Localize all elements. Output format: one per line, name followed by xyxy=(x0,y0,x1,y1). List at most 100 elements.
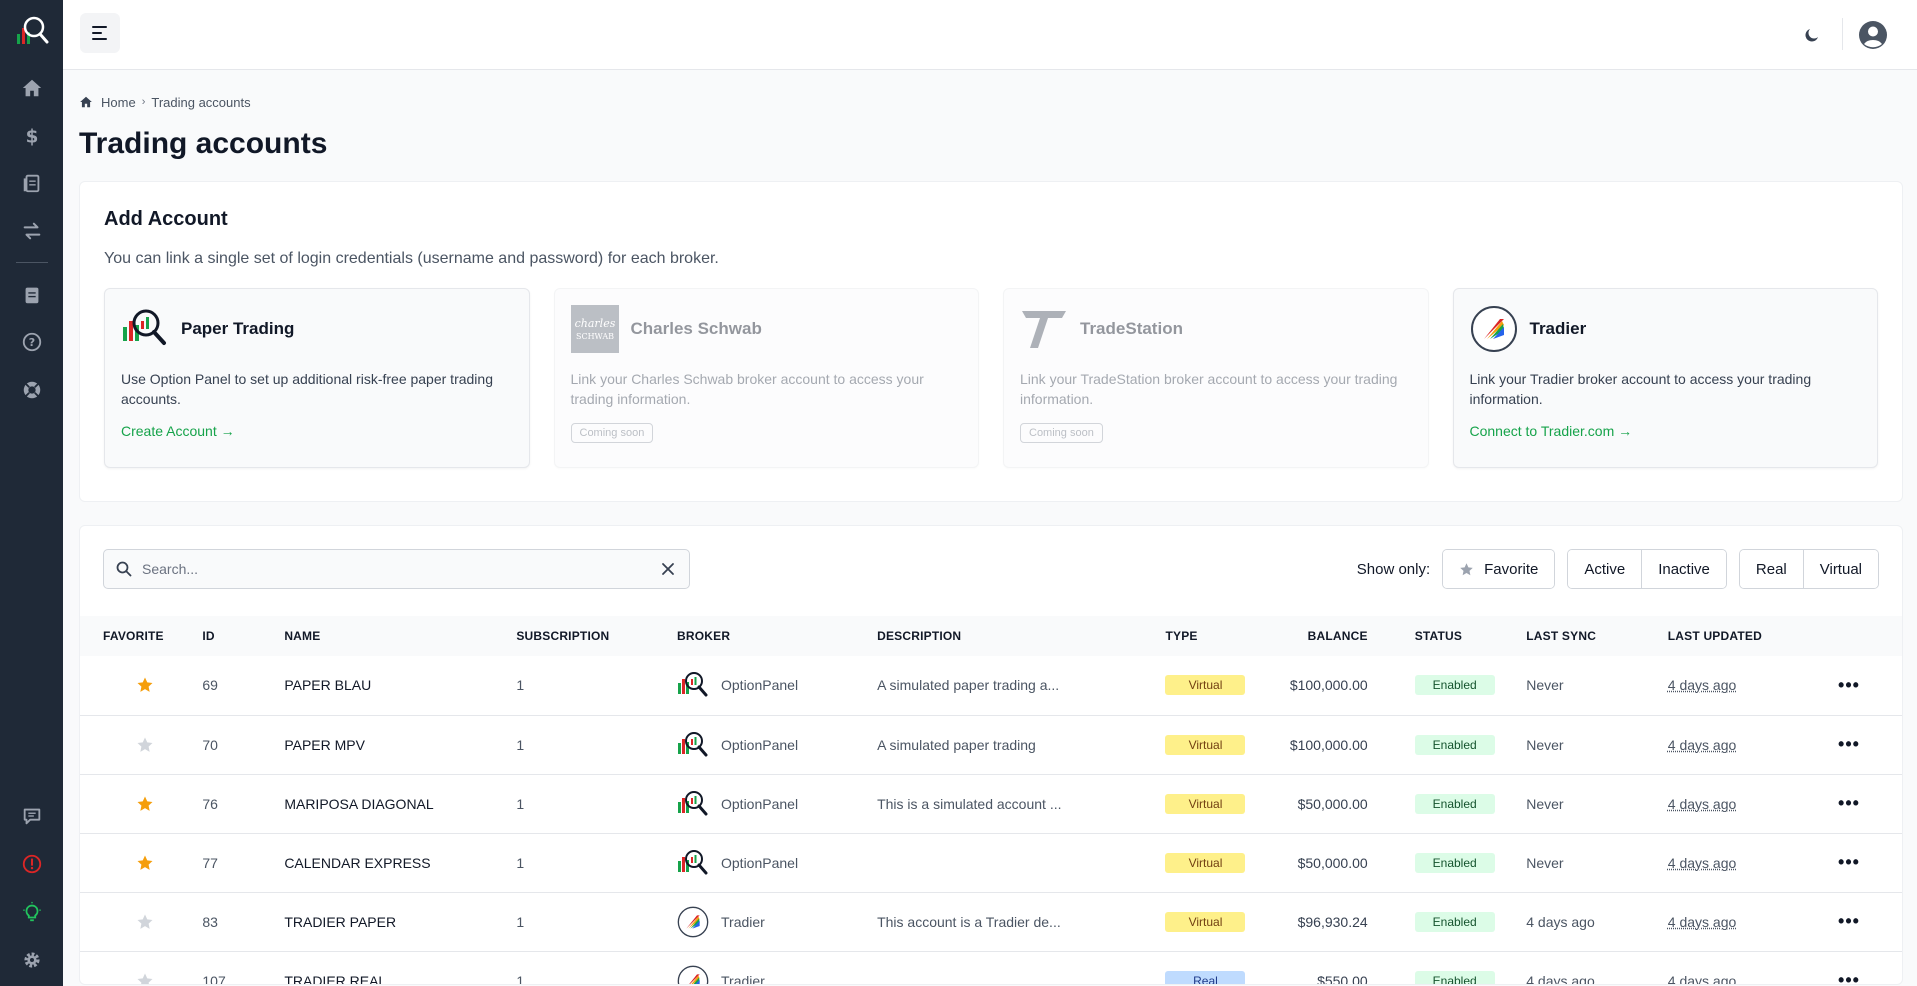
column-header-last-updated[interactable]: LAST UPDATED xyxy=(1668,616,1838,656)
status-badge: Enabled xyxy=(1414,970,1495,984)
status-badge: Enabled xyxy=(1414,734,1495,755)
table-row[interactable]: 77 CALENDAR EXPRESS 1 OptionPanel Virtua… xyxy=(80,833,1902,893)
status-filter-group: Active Inactive xyxy=(1567,549,1727,589)
filters-label: Show only: xyxy=(1356,560,1431,578)
page-title: Trading accounts xyxy=(79,127,328,160)
coming-soon-badge: Coming soon xyxy=(1020,423,1103,443)
sidebar-item-settings[interactable] xyxy=(12,940,52,980)
clear-search-icon[interactable] xyxy=(661,562,675,576)
column-header-favorite[interactable]: FAVORITE xyxy=(80,616,202,656)
menu-toggle-button[interactable] xyxy=(80,13,120,53)
connect-tradier-link[interactable]: Connect to Tradier.com → xyxy=(1470,423,1633,439)
row-actions-menu-icon[interactable]: ••• xyxy=(1838,734,1860,754)
cell-subscription: 1 xyxy=(516,892,677,952)
search-box xyxy=(103,549,690,589)
sidebar-item-dollar[interactable]: $ xyxy=(12,116,52,156)
filter-virtual-button[interactable]: Virtual xyxy=(1803,550,1878,588)
charles-schwab-logo: charles SCHWAB xyxy=(570,305,619,353)
table-row[interactable]: 70 PAPER MPV 1 OptionPanel A simulated p… xyxy=(80,715,1902,775)
sidebar-item-alerts[interactable] xyxy=(12,844,52,884)
sidebar-item-feedback[interactable] xyxy=(12,796,52,836)
home-icon xyxy=(22,79,41,97)
status-badge: Enabled xyxy=(1414,911,1495,932)
column-header-balance[interactable]: BALANCE xyxy=(1272,616,1368,656)
dollar-icon: $ xyxy=(25,126,38,147)
type-badge: Virtual xyxy=(1165,675,1246,696)
svg-text:SCHWAB: SCHWAB xyxy=(575,332,613,341)
cell-balance: $50,000.00 xyxy=(1271,833,1368,893)
row-actions-menu-icon[interactable]: ••• xyxy=(1838,675,1860,695)
favorite-star-icon[interactable] xyxy=(136,972,154,986)
sidebar-item-support[interactable] xyxy=(12,370,52,410)
sidebar-item-tips[interactable] xyxy=(12,892,52,932)
create-account-link[interactable]: Create Account → xyxy=(121,423,235,439)
sidebar-item-calendar[interactable] xyxy=(12,275,52,315)
filter-real-button[interactable]: Real xyxy=(1739,550,1804,588)
cell-subscription: 1 xyxy=(516,715,677,775)
favorite-star-icon[interactable] xyxy=(136,913,154,931)
optionpanel-logo-icon xyxy=(677,788,709,820)
theme-toggle-button[interactable] xyxy=(1799,22,1825,48)
breadcrumb-home-link[interactable]: Home xyxy=(101,95,136,110)
svg-text:$: $ xyxy=(25,126,38,147)
row-actions-menu-icon[interactable]: ••• xyxy=(1838,852,1860,872)
accounts-table: FAVORITE ID NAME SUBSCRIPTION BROKER DES… xyxy=(80,616,1902,986)
clipboard-icon xyxy=(23,174,39,193)
row-actions-menu-icon[interactable]: ••• xyxy=(1838,911,1860,931)
table-row[interactable]: 76 MARIPOSA DIAGONAL 1 OptionPanel This … xyxy=(80,774,1902,834)
cell-broker: Tradier xyxy=(721,972,765,985)
table-row[interactable]: 107 TRADIER REAL 1 Tradier Real $550.00 … xyxy=(80,951,1902,986)
favorite-star-icon[interactable] xyxy=(136,854,154,872)
favorite-star-icon[interactable] xyxy=(136,736,154,754)
column-header-broker[interactable]: BROKER xyxy=(677,616,877,656)
cell-id: 77 xyxy=(202,833,285,893)
cell-name: PAPER BLAU xyxy=(284,656,517,716)
sidebar-item-home[interactable] xyxy=(12,68,52,108)
filter-favorite-button[interactable]: Favorite xyxy=(1443,550,1555,588)
user-menu-button[interactable] xyxy=(1858,20,1888,50)
search-input[interactable] xyxy=(142,561,661,577)
sidebar-item-help[interactable]: ? xyxy=(12,322,52,362)
favorite-star-icon[interactable] xyxy=(136,676,154,694)
filter-active-button[interactable]: Active xyxy=(1568,550,1643,588)
column-header-id[interactable]: ID xyxy=(202,616,284,656)
tradestation-logo xyxy=(1020,305,1068,353)
filter-inactive-button[interactable]: Inactive xyxy=(1642,550,1726,588)
cell-balance: $50,000.00 xyxy=(1271,774,1368,834)
accounts-toolbar: Show only: Favorite Active Inactive Real… xyxy=(80,526,1902,616)
cell-subscription: 1 xyxy=(516,774,677,834)
table-row[interactable]: 69 PAPER BLAU 1 OptionPanel A simulated … xyxy=(80,656,1902,716)
cell-name: TRADIER PAPER xyxy=(284,892,517,952)
optionpanel-logo[interactable] xyxy=(13,14,51,48)
broker-description: Use Option Panel to set up additional ri… xyxy=(121,371,493,407)
sidebar-item-clipboard[interactable] xyxy=(12,163,52,203)
row-actions-menu-icon[interactable]: ••• xyxy=(1838,793,1860,813)
column-header-type[interactable]: TYPE xyxy=(1165,616,1271,656)
column-header-description[interactable]: DESCRIPTION xyxy=(877,616,1165,656)
broker-name: Charles Schwab xyxy=(630,319,762,338)
filter-favorite-label: Favorite xyxy=(1484,560,1539,578)
broker-card-charles-schwab: charles SCHWAB Charles Schwab Link your … xyxy=(553,288,979,468)
cell-name: CALENDAR EXPRESS xyxy=(284,833,517,893)
cell-id: 76 xyxy=(202,774,285,834)
column-header-last-sync[interactable]: LAST SYNC xyxy=(1526,616,1668,656)
row-actions-menu-icon[interactable]: ••• xyxy=(1838,970,1860,984)
cell-id: 107 xyxy=(202,951,285,984)
column-header-status[interactable]: STATUS xyxy=(1368,616,1527,656)
column-header-subscription[interactable]: SUBSCRIPTION xyxy=(516,616,677,656)
cell-last-updated: 4 days ago xyxy=(1667,795,1737,812)
column-header-name[interactable]: NAME xyxy=(284,616,516,656)
table-row[interactable]: 83 TRADIER PAPER 1 Tradier This account … xyxy=(80,892,1902,952)
type-badge: Virtual xyxy=(1165,734,1246,755)
star-icon xyxy=(1460,562,1473,575)
optionpanel-logo-icon xyxy=(677,847,709,879)
cell-id: 70 xyxy=(202,715,285,775)
cell-name: TRADIER REAL xyxy=(284,951,517,984)
add-account-title: Add Account xyxy=(104,208,228,230)
coming-soon-badge: Coming soon xyxy=(570,423,654,443)
sidebar-item-transfer[interactable] xyxy=(12,211,52,251)
optionpanel-logo-icon xyxy=(677,729,709,761)
cell-last-sync: 4 days ago xyxy=(1526,951,1668,984)
favorite-star-icon[interactable] xyxy=(136,795,154,813)
add-account-card: Add Account You can link a single set of… xyxy=(79,181,1903,502)
